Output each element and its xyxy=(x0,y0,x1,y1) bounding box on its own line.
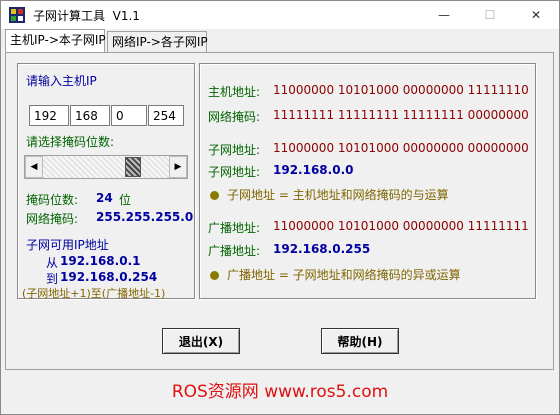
input-group: 请输入主机IP 请选择掩码位数: ◀ ▶ 掩码位数: 24 位 网络掩码: 25… xyxy=(17,63,195,300)
results-group: 主机地址: 11000000 10101000 00000000 1111111… xyxy=(199,63,536,299)
range-note: (子网地址+1)至(广播地址-1) xyxy=(22,287,166,300)
scroll-thumb[interactable] xyxy=(125,157,141,177)
netmask-binary-label: 网络掩码: xyxy=(208,110,261,124)
maximize-button[interactable]: ☐ xyxy=(467,1,513,29)
tab-host-to-subnet[interactable]: 主机IP->本子网IP xyxy=(5,29,106,52)
scroll-left-button[interactable]: ◀ xyxy=(25,156,43,178)
netmask-label: 网络掩码: xyxy=(26,212,79,226)
host-address-label: 主机地址: xyxy=(208,85,261,99)
mask-bits-scrollbar[interactable]: ◀ ▶ xyxy=(24,155,188,179)
scroll-right-button[interactable]: ▶ xyxy=(169,156,187,178)
app-icon xyxy=(9,7,25,23)
range-to-value: 192.168.0.254 xyxy=(60,270,158,284)
range-from-label: 从 xyxy=(46,256,59,270)
broadcast-address-label: 广播地址: xyxy=(208,244,261,258)
subnet-binary-label: 子网地址: xyxy=(208,143,261,157)
watermark: ROS资源网 www.ros5.com xyxy=(171,382,389,402)
broadcast-binary-label: 广播地址: xyxy=(208,221,261,235)
scroll-track[interactable] xyxy=(43,156,169,178)
broadcast-note-row: 广播地址 = 子网地址和网络掩码的异或运算 xyxy=(210,266,461,283)
ip-octet-1[interactable] xyxy=(29,105,69,126)
minimize-icon: — xyxy=(438,8,450,22)
broadcast-address-value: 192.168.0.255 xyxy=(273,242,371,256)
tab-network-to-subnets[interactable]: 网络IP->各子网IP xyxy=(107,31,208,52)
mask-bits-value: 24 xyxy=(96,191,113,205)
help-button[interactable]: 帮助(H) xyxy=(321,328,399,354)
window-title: 子网计算工具 V1.1 xyxy=(33,9,140,23)
mask-select-label: 请选择掩码位数: xyxy=(26,135,115,149)
netmask-binary: 11111111 11111111 11111111 00000000 xyxy=(273,108,529,122)
subnet-note: 子网地址 = 主机地址和网络掩码的与运算 xyxy=(227,188,449,202)
subnet-binary: 11000000 10101000 00000000 00000000 xyxy=(273,141,529,155)
bullet-icon xyxy=(210,271,219,280)
app-window: 子网计算工具 V1.1 — ☐ ✕ 主机IP->本子网IP 网络IP->各子网I… xyxy=(0,0,560,415)
broadcast-binary: 11000000 10101000 00000000 11111111 xyxy=(273,219,529,233)
exit-button[interactable]: 退出(X) xyxy=(162,328,240,354)
mask-bits-label: 掩码位数: xyxy=(26,193,79,207)
usable-range-title: 子网可用IP地址 xyxy=(26,238,109,252)
minimize-button[interactable]: — xyxy=(421,1,467,29)
mask-bits-unit: 位 xyxy=(119,193,132,207)
close-icon: ✕ xyxy=(530,8,542,22)
bullet-icon xyxy=(210,191,219,200)
arrow-left-icon: ◀ xyxy=(30,162,38,172)
host-ip-label: 请输入主机IP xyxy=(26,74,97,88)
range-from-value: 192.168.0.1 xyxy=(60,254,141,268)
subnet-address-value: 192.168.0.0 xyxy=(273,163,354,177)
host-address-binary: 11000000 10101000 00000000 11111110 xyxy=(273,83,529,97)
close-button[interactable]: ✕ xyxy=(513,1,559,29)
tab-panel: 请输入主机IP 请选择掩码位数: ◀ ▶ 掩码位数: 24 位 网络掩码: 25… xyxy=(5,52,554,370)
arrow-right-icon: ▶ xyxy=(174,162,182,172)
ip-octet-4[interactable] xyxy=(148,105,184,126)
title-bar: 子网计算工具 V1.1 — ☐ ✕ xyxy=(1,1,559,29)
subnet-address-label: 子网地址: xyxy=(208,165,261,179)
ip-octet-2[interactable] xyxy=(70,105,110,126)
broadcast-note: 广播地址 = 子网地址和网络掩码的异或运算 xyxy=(227,268,461,282)
netmask-value: 255.255.255.0 xyxy=(96,210,194,224)
ip-octet-3[interactable] xyxy=(111,105,147,126)
maximize-icon: ☐ xyxy=(484,8,496,22)
subnet-note-row: 子网地址 = 主机地址和网络掩码的与运算 xyxy=(210,186,449,203)
